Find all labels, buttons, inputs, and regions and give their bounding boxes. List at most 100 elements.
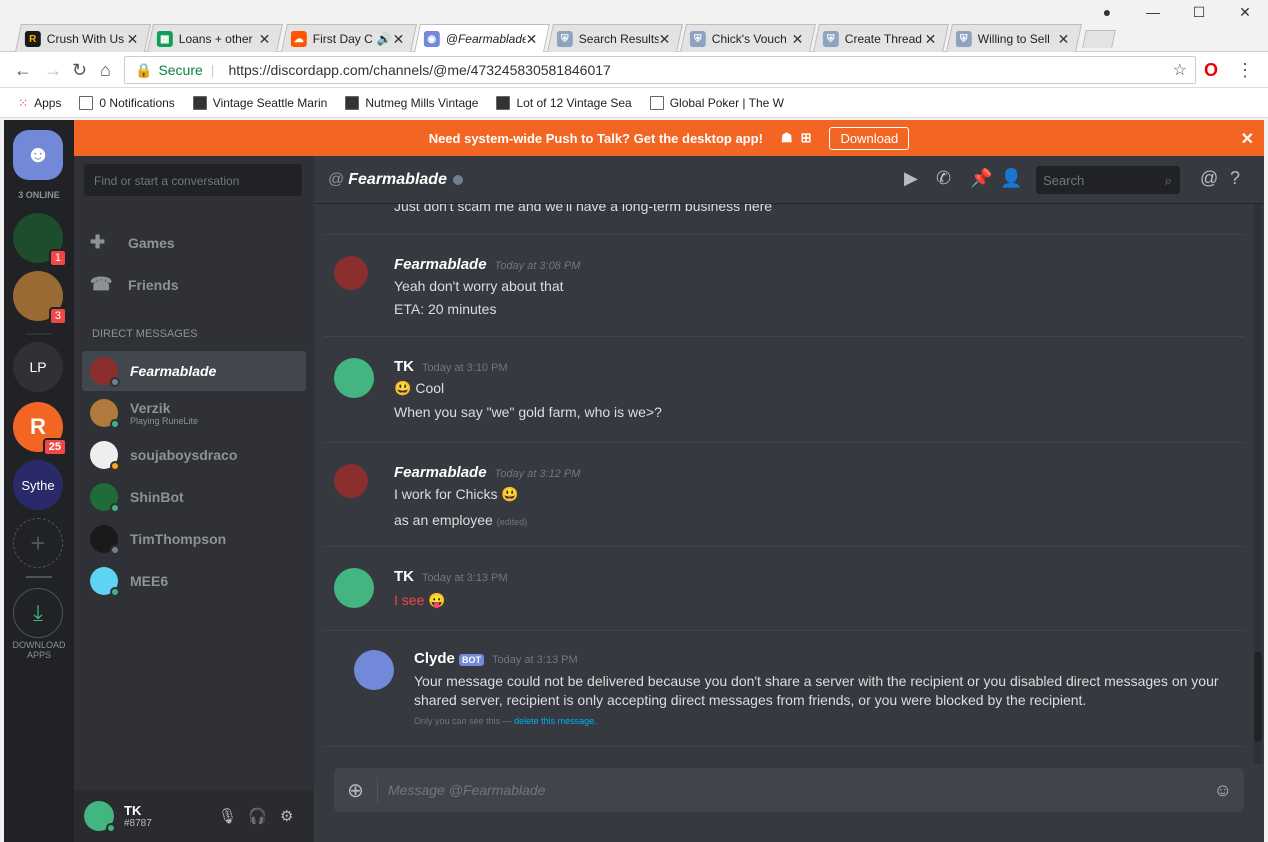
close-tab-icon[interactable]: ✕ (259, 31, 271, 48)
menu-icon[interactable]: ⋮ (1236, 60, 1254, 80)
new-tab-button[interactable] (1082, 30, 1116, 48)
voice-call-icon[interactable]: ✆ (936, 168, 951, 189)
bookmark[interactable]: 0 Notifications (79, 95, 175, 110)
mute-icon[interactable]: 🎙 (218, 807, 237, 825)
settings-gear-icon[interactable]: ⚙ (280, 807, 293, 825)
dm-item-mee6[interactable]: MEE6 (82, 561, 306, 601)
bookmark[interactable]: Vintage Seattle Marin (192, 95, 327, 110)
ebay-icon (496, 95, 511, 110)
minimize-icon[interactable]: — (1130, 0, 1176, 24)
browser-tab[interactable]: R Crush With Us ✕ (15, 24, 151, 52)
page-icon (649, 95, 664, 110)
help-icon[interactable]: ? (1230, 168, 1240, 189)
server-icon[interactable]: 1 (13, 213, 67, 267)
search-input[interactable]: Search ⌕ (1036, 166, 1180, 194)
browser-tab[interactable]: ⛨ Willing to Sell ✕ (946, 24, 1082, 52)
headset-icon[interactable]: 🎧 (248, 807, 267, 825)
divider (324, 336, 1244, 337)
pin-icon[interactable]: 📌 (970, 168, 992, 189)
author-name[interactable]: TK (394, 568, 414, 585)
avatar[interactable] (334, 358, 374, 398)
bookmark-apps[interactable]: ⁙ Apps (18, 96, 61, 110)
browser-tab[interactable]: ⛨ Search Results ✕ (547, 24, 683, 52)
server-icon[interactable]: R 25 (13, 402, 67, 456)
status-indicator (110, 419, 120, 429)
bookmark-label: 0 Notifications (99, 95, 175, 110)
close-tab-icon[interactable]: ✕ (1058, 31, 1070, 48)
star-icon[interactable]: ☆ (1173, 60, 1187, 80)
dm-item-soujaboysdraco[interactable]: soujaboysdraco (82, 435, 306, 475)
friends-nav[interactable]: ☎ Friends (90, 274, 179, 295)
smile-emoji-icon: 😃 (394, 380, 412, 396)
browser-tab[interactable]: ⛨ Create Thread ✕ (813, 24, 949, 52)
author-name[interactable]: Fearmablade (394, 256, 487, 273)
close-tab-icon[interactable]: ✕ (127, 31, 139, 48)
games-nav[interactable]: ✚ Games (90, 232, 175, 253)
delete-message-link[interactable]: delete this message. (514, 716, 597, 726)
close-banner-icon[interactable]: ✕ (1241, 129, 1254, 149)
tab-title: First Day C (312, 32, 373, 46)
lock-icon: 🔒 (135, 61, 153, 78)
avatar[interactable] (354, 650, 394, 690)
message-text: Your message could not be delivered beca… (414, 673, 1219, 689)
desktop-app-banner: Need system-wide Push to Talk? Get the d… (74, 120, 1264, 156)
browser-tab[interactable]: ⛨ Chick's Vouch ✕ (680, 24, 816, 52)
server-icon[interactable]: 3 (13, 271, 67, 325)
message-composer[interactable]: ⊕ Message @Fearmablade ☺ (334, 768, 1244, 812)
close-tab-icon[interactable]: ✕ (925, 31, 937, 48)
dm-item-shinbot[interactable]: ShinBot (82, 477, 306, 517)
bookmarks-bar: ⁙ Apps 0 Notifications Vintage Seattle Ma… (0, 88, 1268, 118)
opera-icon[interactable]: O (1204, 60, 1218, 80)
browser-tab-active[interactable]: ◉ @Fearmablade ✕ (414, 24, 550, 52)
home-button[interactable]: ☻ (13, 130, 63, 180)
avatar (90, 357, 120, 387)
back-icon[interactable]: ← (14, 60, 32, 80)
add-friend-icon[interactable]: 👤 (1000, 168, 1022, 189)
server-icon-sythe[interactable]: Sythe (13, 460, 63, 510)
forward-icon[interactable]: → (44, 60, 62, 80)
dm-item-fearmablade[interactable]: Fearmablade (82, 351, 306, 391)
add-server-button[interactable]: + (13, 518, 63, 568)
bookmark[interactable]: Nutmeg Mills Vintage (345, 95, 478, 110)
avatar[interactable] (334, 256, 368, 290)
address-bar[interactable]: 🔒 Secure | https://discordapp.com/channe… (124, 56, 1196, 84)
server-initials: LP (29, 359, 47, 375)
bookmark[interactable]: Global Poker | The W (649, 95, 784, 110)
scrollbar[interactable] (1254, 204, 1262, 764)
home-icon[interactable]: ⌂ (100, 60, 111, 80)
reload-icon[interactable]: ↻ (72, 60, 87, 80)
close-tab-icon[interactable]: ✕ (659, 31, 671, 48)
download-button[interactable]: Download (829, 126, 910, 150)
find-conversation-input[interactable]: Find or start a conversation (84, 164, 302, 196)
maximize-icon[interactable]: ☐ (1176, 0, 1222, 24)
message-input[interactable]: Message @Fearmablade (388, 782, 545, 798)
url-text: https://discordapp.com/channels/@me/4732… (228, 62, 611, 78)
discord-app: ☻ 3 ONLINE 1 3 LP R 25 Sythe + ⤓ DOWNLOAD… (4, 120, 1264, 842)
mentions-icon[interactable]: @ (1200, 168, 1218, 189)
author-name[interactable]: TK (394, 358, 414, 375)
avatar[interactable] (334, 568, 374, 608)
close-tab-icon[interactable]: ✕ (526, 31, 538, 48)
close-tab-icon[interactable]: ✕ (393, 31, 405, 48)
dm-item-verzik[interactable]: Verzik Playing RuneLite (82, 393, 306, 433)
bookmark-label: Lot of 12 Vintage Sea (516, 95, 632, 110)
author-name[interactable]: Clyde (414, 650, 455, 667)
download-apps-label: DOWNLOAD APPS (12, 640, 66, 660)
scrollbar-thumb[interactable] (1254, 652, 1262, 742)
download-apps-button[interactable]: ⤓ (13, 588, 63, 638)
video-call-icon[interactable]: ▶ (904, 168, 918, 189)
author-name[interactable]: Fearmablade (394, 464, 487, 481)
dm-item-timthompson[interactable]: TimThompson (82, 519, 306, 559)
bookmark[interactable]: Lot of 12 Vintage Sea (496, 95, 632, 110)
profile-icon[interactable]: ● (1084, 0, 1130, 24)
dm-name: Verzik Playing RuneLite (130, 400, 198, 426)
server-icon-lp[interactable]: LP (13, 342, 63, 392)
avatar[interactable] (334, 464, 368, 498)
user-avatar[interactable] (84, 801, 116, 833)
browser-tab[interactable]: ▦ Loans + other ✕ (147, 24, 283, 52)
upload-plus-icon[interactable]: ⊕ (334, 777, 378, 803)
close-window-icon[interactable]: ✕ (1222, 0, 1268, 24)
browser-tab[interactable]: ☁ First Day C 🔊 ✕ (281, 24, 417, 52)
emoji-picker-icon[interactable]: ☺ (1214, 780, 1232, 801)
close-tab-icon[interactable]: ✕ (792, 31, 804, 48)
